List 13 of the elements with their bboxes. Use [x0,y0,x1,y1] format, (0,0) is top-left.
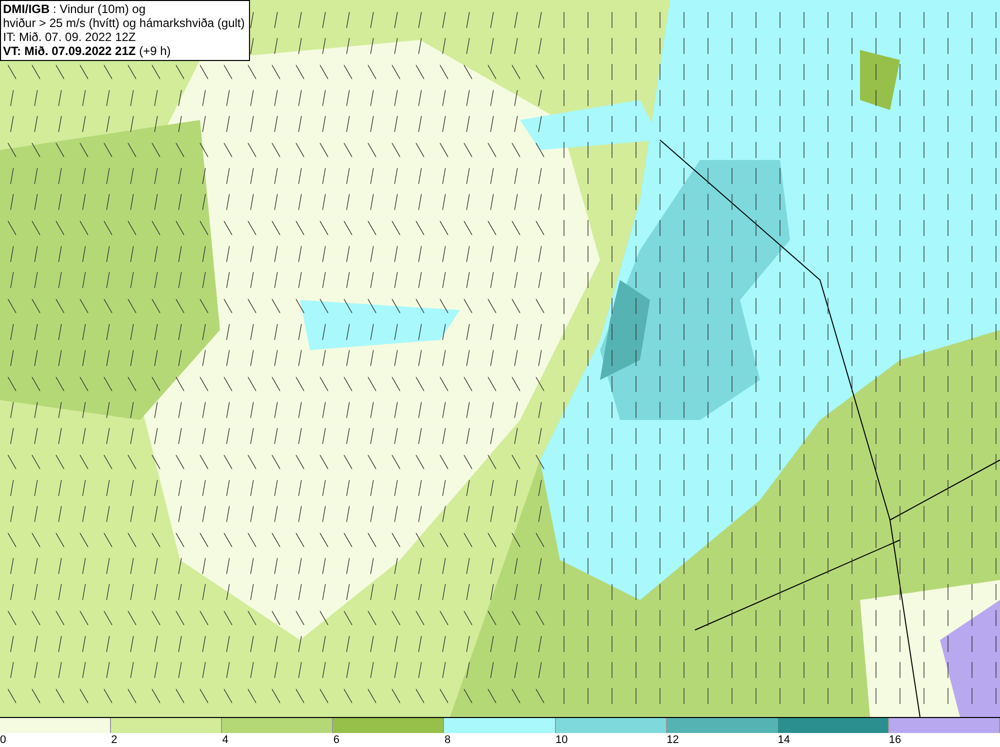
legend-label: 10 [556,733,568,747]
legend-label: 0 [0,733,6,747]
title-line: IT: Mið. 07. 09. 2022 12Z [3,30,137,44]
legend-label: 8 [444,733,451,747]
title-line: hviður > 25 m/s (hvítt) og hámarkshviða (gult) [3,16,245,30]
legend-label: 12 [666,733,679,747]
legend-label: 14 [778,733,790,747]
legend-label: 4 [222,733,228,747]
title-line: DMI/IGB : Vindur (10m) og [3,2,146,16]
legend-label: 2 [111,733,118,747]
title-line: VT: Mið. 07.09.2022 21Z (+9 h) [3,44,172,58]
legend-label: 16 [888,733,902,747]
legend-label: 6 [333,733,340,747]
